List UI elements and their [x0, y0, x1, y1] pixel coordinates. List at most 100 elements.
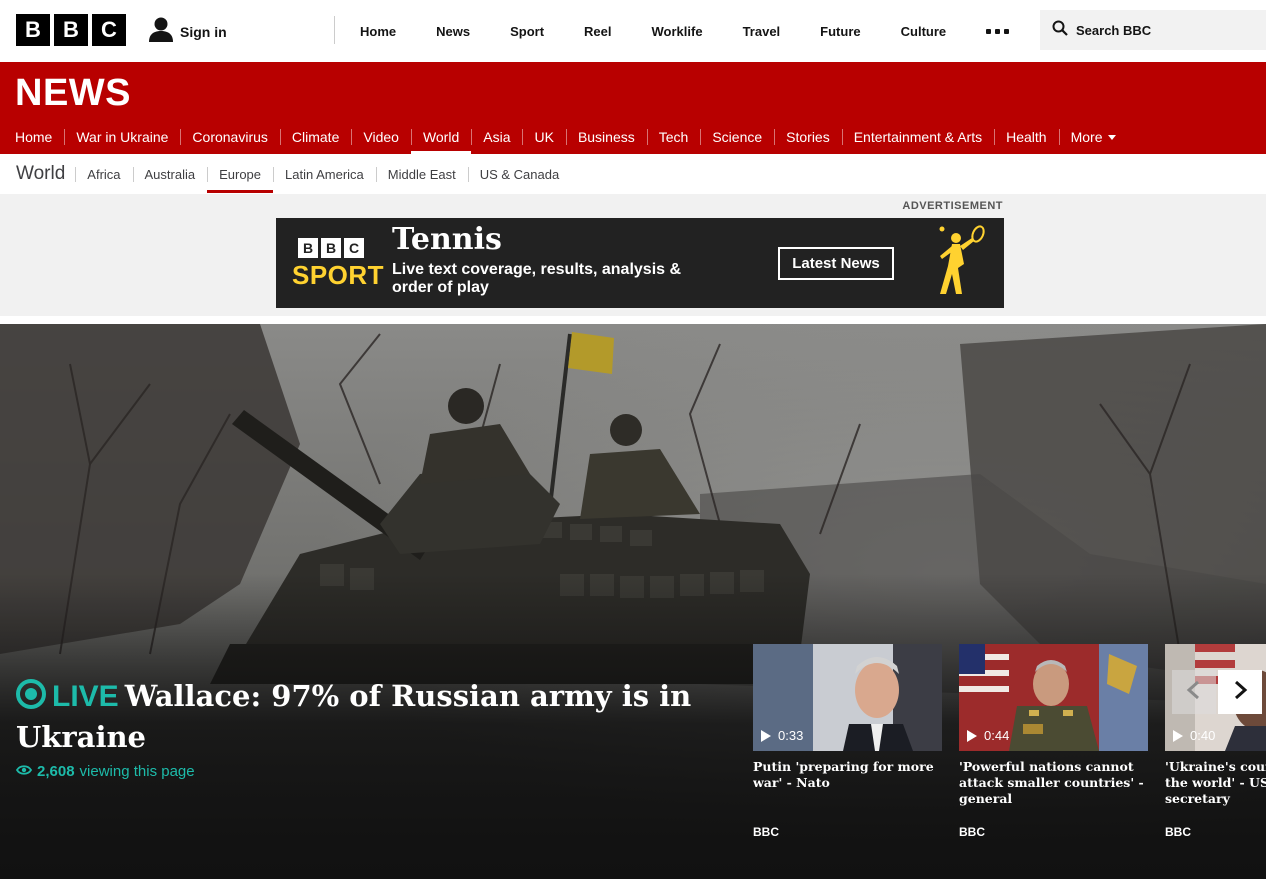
news-nav-stories[interactable]: Stories	[774, 120, 842, 154]
news-nav-tech[interactable]: Tech	[646, 120, 701, 154]
subnav-australia[interactable]: Australia	[132, 154, 208, 194]
video-duration: 0:40	[1173, 728, 1215, 743]
sign-in-link[interactable]: Sign in	[148, 16, 227, 47]
logo-letter: C	[92, 14, 126, 46]
news-nav-asia[interactable]: Asia	[471, 120, 522, 154]
global-nav-home[interactable]: Home	[340, 0, 416, 62]
user-icon	[148, 16, 174, 47]
bbc-logo[interactable]: B B C	[16, 14, 126, 46]
video-duration: 0:33	[761, 728, 803, 743]
logo-letter: B	[16, 14, 50, 46]
subnav-europe[interactable]: Europe	[207, 154, 273, 194]
advert-label: ADVERTISEMENT	[902, 200, 1003, 212]
news-nav-home[interactable]: Home	[0, 120, 64, 154]
sport-wordmark: SPORT	[292, 260, 385, 290]
global-nav-future[interactable]: Future	[800, 0, 880, 62]
video-title: 'Powerful nations cannot attack smaller …	[959, 759, 1148, 815]
more-menu-icon[interactable]	[966, 28, 1029, 34]
video-card[interactable]: 0:44 'Powerful nations cannot attack sma…	[959, 644, 1148, 839]
video-thumbnail: 0:33	[753, 644, 942, 751]
news-nav-coronavirus[interactable]: Coronavirus	[180, 120, 279, 154]
chevron-right-icon	[1231, 680, 1249, 705]
logo-letter: B	[298, 238, 318, 258]
news-nav-video[interactable]: Video	[351, 120, 411, 154]
advert-title: Tennis	[392, 222, 502, 257]
video-title-line: 'Ukraine's cour	[1165, 759, 1266, 774]
news-banner: NEWS Home War in Ukraine Coronavirus Cli…	[0, 62, 1266, 154]
video-title-line: Putin 'preparing for more	[753, 759, 934, 774]
video-source: BBC	[753, 825, 779, 839]
subnav-us-canada[interactable]: US & Canada	[467, 154, 572, 194]
news-wordmark[interactable]: NEWS	[15, 72, 131, 115]
duration-text: 0:44	[984, 728, 1010, 743]
video-title-line: attack smaller countries' - US	[959, 775, 1148, 790]
video-title: 'Ukraine's cour the world' - US secretar…	[1165, 759, 1266, 815]
logo-letter: B	[321, 238, 341, 258]
logo-letter: C	[344, 238, 364, 258]
hero-headline[interactable]: LIVE Wallace: 97% of Russian army is in U…	[16, 676, 716, 757]
section-title[interactable]: World	[0, 163, 75, 185]
duration-text: 0:33	[778, 728, 804, 743]
latest-news-button[interactable]: Latest News	[778, 247, 894, 280]
video-card[interactable]: 0:33 Putin 'preparing for more war' - Na…	[753, 644, 942, 839]
chevron-left-icon	[1185, 680, 1203, 705]
news-nav-science[interactable]: Science	[700, 120, 774, 154]
search-placeholder: Search BBC	[1076, 22, 1152, 38]
news-nav-war-in-ukraine[interactable]: War in Ukraine	[64, 120, 180, 154]
global-nav-culture[interactable]: Culture	[881, 0, 967, 62]
video-thumbnail: 0:44	[959, 644, 1148, 751]
live-tag: LIVE	[52, 680, 119, 713]
global-nav: Home News Sport Reel Worklife Travel Fut…	[340, 0, 1029, 62]
news-nav-world[interactable]: World	[410, 120, 472, 154]
search-box[interactable]: Search BBC	[1040, 10, 1266, 50]
news-nav-more[interactable]: More	[1058, 120, 1128, 154]
video-title-line: general	[959, 791, 1013, 806]
video-title-line: war' - Nato	[753, 775, 830, 790]
global-nav-worklife[interactable]: Worklife	[632, 0, 723, 62]
hero-headline-block[interactable]: LIVE Wallace: 97% of Russian army is in U…	[15, 676, 716, 780]
duration-text: 0:40	[1190, 728, 1216, 743]
news-nav-uk[interactable]: UK	[522, 120, 565, 154]
subnav-africa[interactable]: Africa	[75, 154, 132, 194]
play-icon	[1173, 729, 1183, 742]
bbc-sport-logo: B B C SPORT	[292, 238, 384, 291]
video-title-line: 'Powerful nations cannot	[959, 759, 1134, 774]
global-nav-news[interactable]: News	[416, 0, 490, 62]
sign-in-label: Sign in	[180, 23, 227, 40]
header-divider	[334, 16, 335, 44]
advert-zone: ADVERTISEMENT B B C SPORT Tennis Live te…	[0, 194, 1266, 316]
carousel-next-button[interactable]	[1218, 670, 1262, 714]
more-label: More	[1070, 129, 1103, 145]
viewer-number: 2,608	[37, 763, 75, 780]
video-title: Putin 'preparing for more war' - Nato	[753, 759, 942, 815]
global-header: B B C Sign in Home News Sport Reel Workl…	[0, 0, 1266, 62]
video-duration: 0:44	[967, 728, 1009, 743]
hero-story[interactable]: LIVE Wallace: 97% of Russian army is in U…	[0, 324, 1266, 879]
viewer-count: 2,608 viewing this page	[15, 763, 716, 780]
advert-banner[interactable]: B B C SPORT Tennis Live text coverage, r…	[276, 218, 1004, 308]
subnav-middle-east[interactable]: Middle East	[375, 154, 468, 194]
news-nav-climate[interactable]: Climate	[279, 120, 351, 154]
global-nav-travel[interactable]: Travel	[723, 0, 801, 62]
news-nav: Home War in Ukraine Coronavirus Climate …	[0, 120, 1128, 154]
news-nav-business[interactable]: Business	[565, 120, 647, 154]
video-source: BBC	[959, 825, 985, 839]
news-nav-entertainment-arts[interactable]: Entertainment & Arts	[841, 120, 994, 154]
search-icon	[1052, 20, 1068, 41]
logo-letter: B	[54, 14, 88, 46]
play-icon	[761, 729, 771, 742]
video-source: BBC	[1165, 825, 1191, 839]
world-subnav: World Africa Australia Europe Latin Amer…	[0, 154, 1266, 194]
eye-icon	[15, 763, 33, 780]
tennis-player-icon	[922, 224, 992, 307]
live-icon	[16, 679, 46, 709]
global-nav-reel[interactable]: Reel	[564, 0, 631, 62]
video-title-line: secretary	[1165, 791, 1230, 806]
carousel-prev-button[interactable]	[1172, 670, 1216, 714]
subnav-latin-america[interactable]: Latin America	[273, 154, 376, 194]
viewer-label: viewing this page	[79, 763, 195, 780]
global-nav-sport[interactable]: Sport	[490, 0, 564, 62]
video-title-line: the world' - US	[1165, 775, 1266, 790]
news-nav-health[interactable]: Health	[994, 120, 1058, 154]
play-icon	[967, 729, 977, 742]
